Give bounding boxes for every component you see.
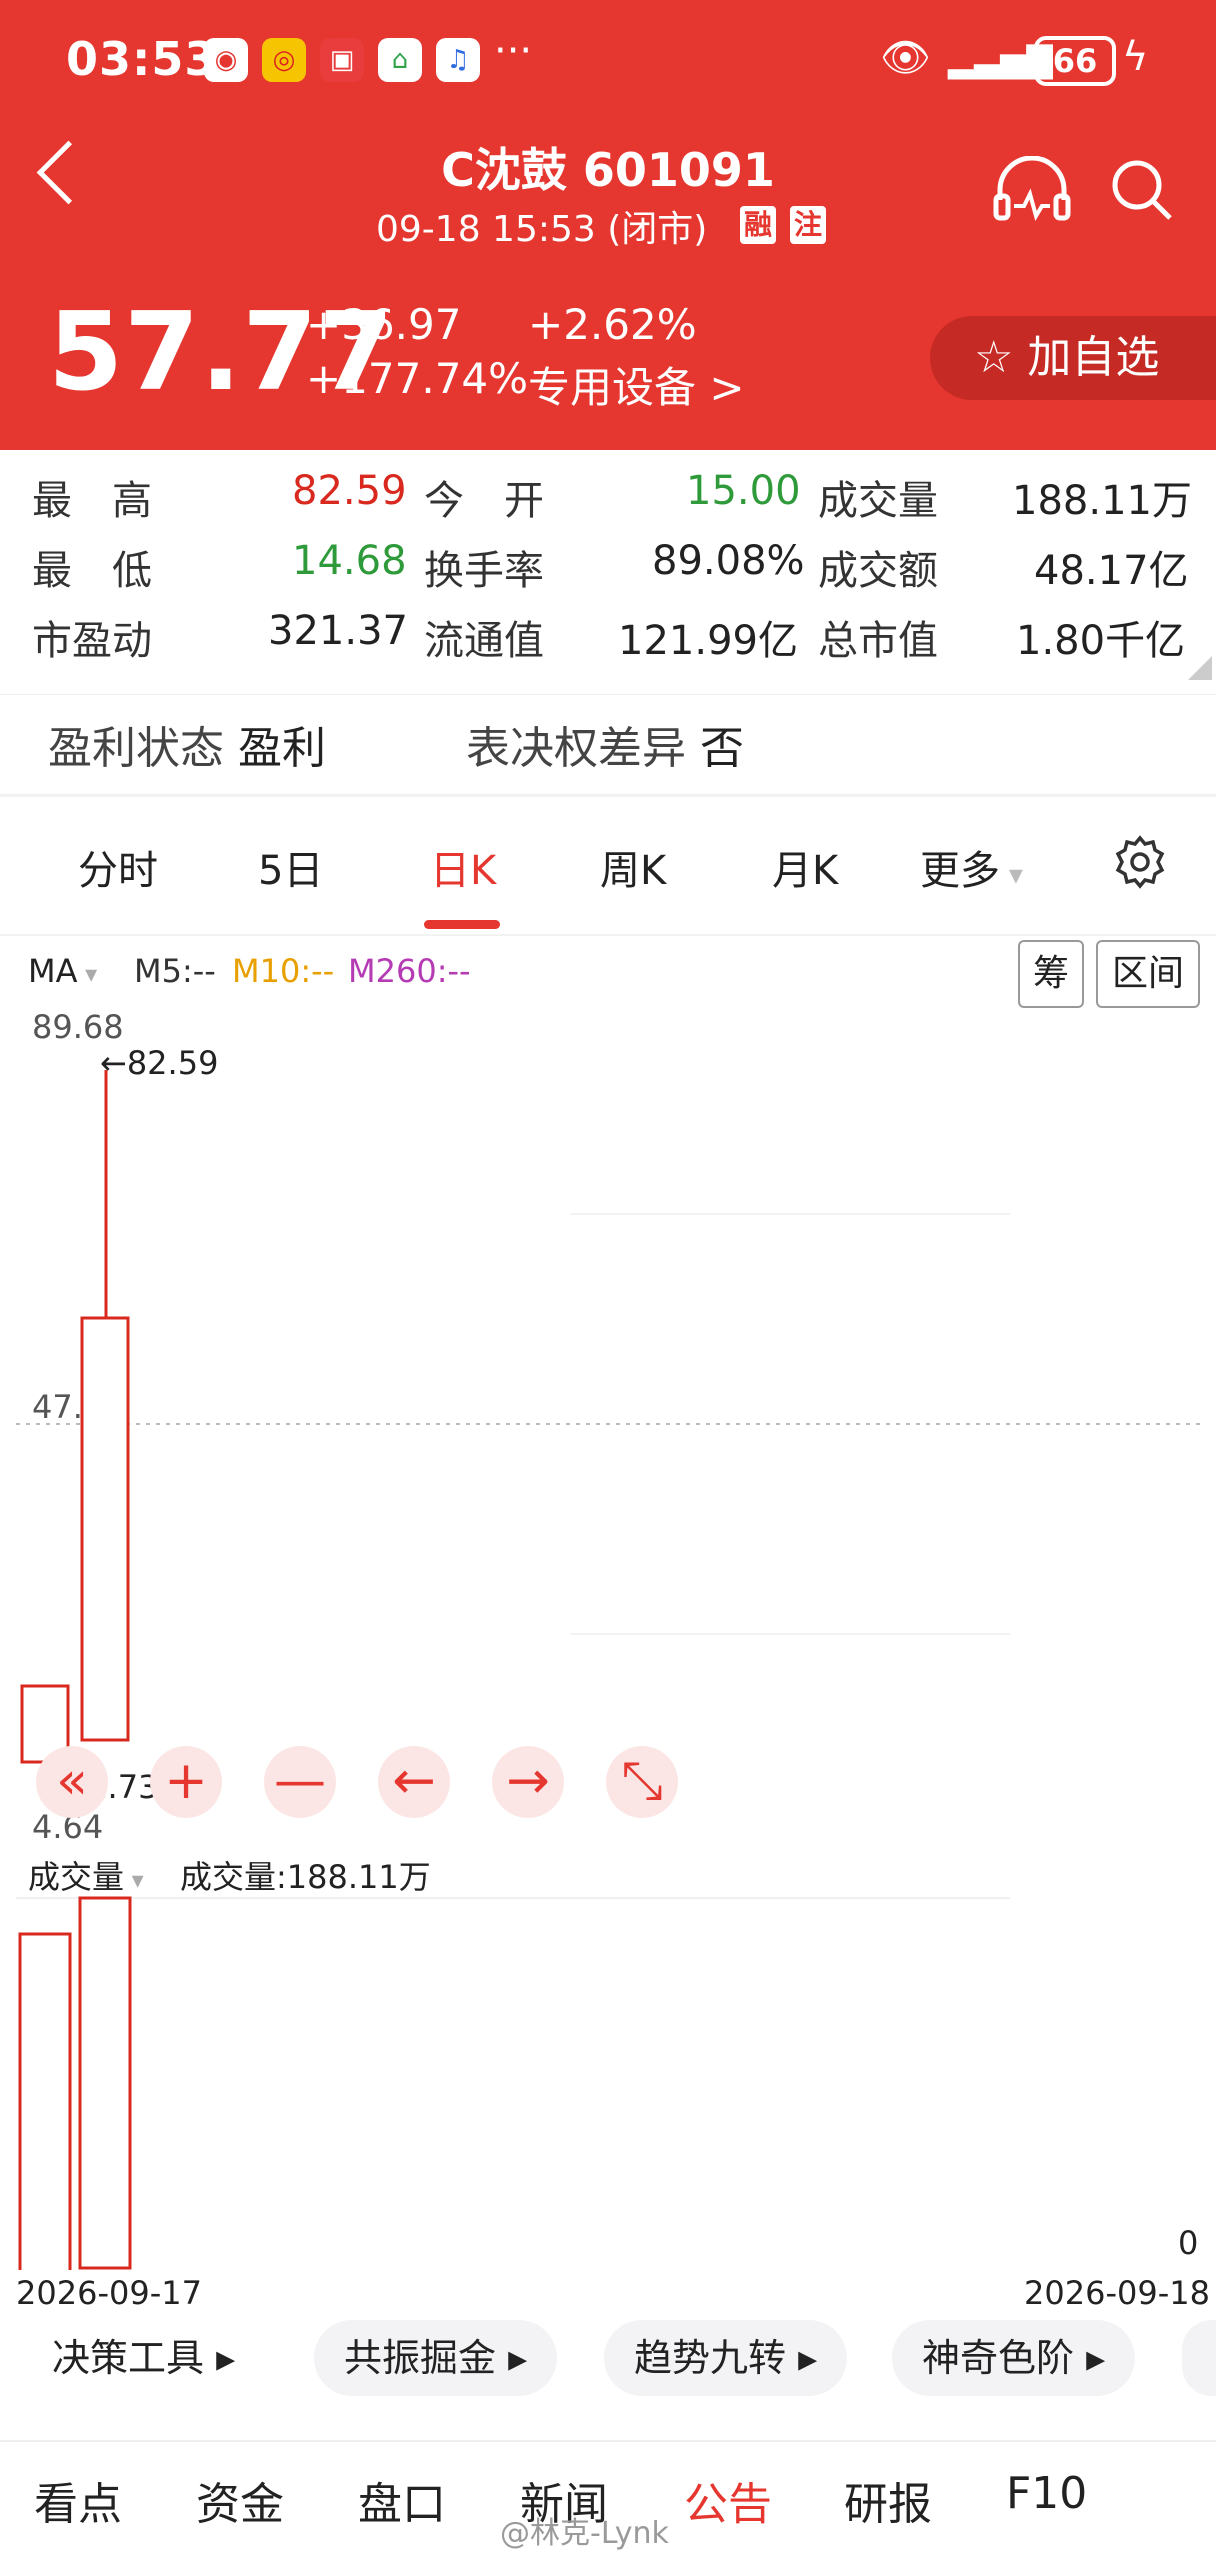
music-notification-icon: ♫ [436,38,480,82]
status-time: 03:53 [66,32,218,86]
market-datetime: 09-18 15:53 (闭市) [376,209,708,250]
chevron-down-icon: ▾ [1000,858,1023,891]
profit-label: 盈利状态 [48,723,224,774]
tab-announcements[interactable]: 公告 [684,2468,772,2532]
candle-body-2026-09-18 [80,1316,130,1742]
zoom-in-button[interactable]: + [150,1746,222,1818]
headphones-icon[interactable] [992,156,1072,222]
sector-link[interactable]: 专用设备 > [528,354,745,415]
volume-bar-2026-09-18 [78,1896,132,2270]
stat-value: 188.11万 [1012,478,1192,524]
gear-icon[interactable] [1112,834,1168,890]
voting-value: 否 [700,723,744,774]
ma10-value: M10:-- [232,952,335,990]
candlestick-chart[interactable] [0,1000,1216,1840]
stat-label: 成交额 [818,548,938,594]
voting-rights: 表决权差异 否 [466,712,744,776]
resonance-button[interactable]: 共振掘金 ▸ [314,2320,558,2396]
tab-order-book[interactable]: 盘口 [358,2468,446,2532]
tab-weekly-k[interactable]: 周K [600,838,666,896]
zoom-out-button[interactable]: — [264,1746,336,1818]
tab-f10[interactable]: F10 [1006,2468,1087,2519]
stat-value: 82.59 [292,468,407,514]
expand-corner-icon[interactable] [1188,656,1212,680]
stat-value: 1.80千亿 [1016,618,1186,664]
stat-label: 换手率 [424,548,544,594]
change-percent: +177.74% [306,354,529,403]
stat-value: 48.17亿 [1034,548,1189,594]
tab-more-label: 更多 [920,848,1000,894]
profit-status: 盈利状态 盈利 [48,712,326,776]
active-tab-underline [424,920,500,929]
fullscreen-button[interactable]: ⤡ [606,1746,678,1818]
more-tools-chip[interactable] [1182,2320,1216,2396]
x-axis-end-date: 2026-09-18 [1024,2274,1210,2312]
ma-label: MA [28,952,78,990]
divider [0,934,1216,936]
stat-label: 最 高 [32,478,152,524]
stat-value: 14.68 [292,538,407,584]
tab-capital[interactable]: 资金 [196,2468,284,2532]
sector-change: +2.62% [528,300,697,349]
divider [0,694,1216,695]
margin-tag: 融 [740,206,776,244]
tab-monthly-k[interactable]: 月K [772,838,838,896]
prev-page-icon[interactable]: « [36,1746,108,1818]
trend-nine-button[interactable]: 趋势九转 ▸ [604,2320,848,2396]
eye-icon: 👁 [880,35,931,81]
stat-value: 89.08% [652,538,805,584]
tab-daily-k[interactable]: 日K [430,838,496,896]
volume-zero: 0 [1178,2224,1199,2262]
chip-distribution-button[interactable]: 筹 [1018,940,1084,1008]
divider [0,2440,1216,2442]
search-icon[interactable] [1110,158,1174,222]
stat-label: 成交量 [818,478,938,524]
shop-notification-icon: ▣ [320,38,364,82]
volume-chart[interactable] [0,1890,1216,2270]
range-button[interactable]: 区间 [1096,940,1200,1008]
move-left-button[interactable]: ← [378,1746,450,1818]
stock-header: 03:53 ◉ ◎ ▣ ⌂ ♫ ··· 👁 ▂▃▅▇ 66 ϟ C沈鼓 6010… [0,0,1216,450]
tab-research[interactable]: 研报 [844,2468,932,2532]
ma260-value: M260:-- [348,952,471,990]
more-notifications-icon: ··· [494,28,533,74]
tab-highlights[interactable]: 看点 [34,2468,122,2532]
x-axis-start-date: 2026-09-17 [16,2274,202,2312]
color-scale-button[interactable]: 神奇色阶 ▸ [892,2320,1136,2396]
home-notification-icon: ⌂ [378,38,422,82]
note-tag: 注 [790,206,826,244]
stat-label: 最 低 [32,548,152,594]
weibo-notification-icon: ◎ [262,38,306,82]
tab-intraday[interactable]: 分时 [78,838,158,896]
stat-label: 流通值 [424,618,544,664]
ma5-value: M5:-- [134,952,216,990]
decision-tools-button[interactable]: 决策工具 ▸ [14,2320,266,2396]
chevron-down-icon: ▾ [77,960,98,988]
move-right-button[interactable]: → [492,1746,564,1818]
watermark: @林克-Lynk [500,2516,669,2551]
app-notification-icon: ◉ [204,38,248,82]
stat-label: 今 开 [424,478,544,524]
tab-5day[interactable]: 5日 [258,838,323,896]
stat-label: 市盈动 [32,618,152,664]
stat-label: 总市值 [818,618,938,664]
volume-bar-2026-09-17 [18,1932,72,2270]
divider [0,794,1216,797]
change-absolute: +36.97 [306,300,462,349]
add-watchlist-button[interactable]: ☆ 加自选 [930,316,1216,400]
ma-selector[interactable]: MA ▾ [28,952,97,990]
battery-icon: 66 [1034,36,1116,86]
battery-level: 66 [1052,42,1098,80]
tab-more[interactable]: 更多 ▾ [920,838,1023,896]
stat-value: 321.37 [268,608,408,654]
stat-value: 15.00 [686,468,801,514]
charging-icon: ϟ [1122,34,1149,80]
profit-value: 盈利 [238,723,326,774]
voting-label: 表决权差异 [466,723,686,774]
stat-value: 121.99亿 [618,618,798,664]
